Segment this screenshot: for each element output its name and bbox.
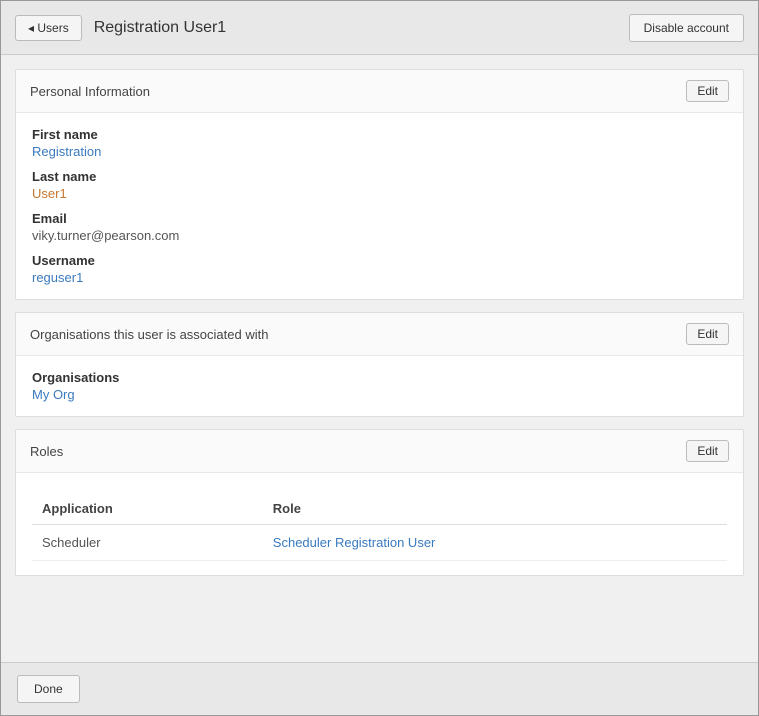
personal-information-body: First name Registration Last name User1 … [16, 113, 743, 299]
organisations-body: Organisations My Org [16, 356, 743, 416]
organisations-label: Organisations [32, 370, 727, 385]
organisations-header: Organisations this user is associated wi… [16, 313, 743, 356]
header-left: ◂ Users Registration User1 [15, 15, 226, 41]
roles-table-header-row: Application Role [32, 493, 727, 525]
organisations-value: My Org [32, 387, 727, 402]
last-name-field: Last name User1 [32, 169, 727, 201]
main-content: Personal Information Edit First name Reg… [1, 55, 758, 662]
roles-table: Application Role Scheduler Scheduler Reg… [32, 493, 727, 561]
roles-section: Roles Edit Application Role Scheduler Sc [15, 429, 744, 576]
role-cell: Scheduler Registration User [263, 525, 727, 561]
personal-information-edit-button[interactable]: Edit [686, 80, 729, 102]
last-name-value: User1 [32, 186, 727, 201]
role-column-header: Role [263, 493, 727, 525]
personal-information-title: Personal Information [30, 84, 150, 99]
page-footer: Done [1, 662, 758, 715]
table-row: Scheduler Scheduler Registration User [32, 525, 727, 561]
email-label: Email [32, 211, 727, 226]
roles-edit-button[interactable]: Edit [686, 440, 729, 462]
first-name-label: First name [32, 127, 727, 142]
roles-title: Roles [30, 444, 63, 459]
username-field: Username reguser1 [32, 253, 727, 285]
organisations-section: Organisations this user is associated wi… [15, 312, 744, 417]
roles-body: Application Role Scheduler Scheduler Reg… [16, 473, 743, 575]
organisations-title: Organisations this user is associated wi… [30, 327, 268, 342]
username-label: Username [32, 253, 727, 268]
email-value: viky.turner@pearson.com [32, 228, 727, 243]
roles-header: Roles Edit [16, 430, 743, 473]
email-field: Email viky.turner@pearson.com [32, 211, 727, 243]
last-name-label: Last name [32, 169, 727, 184]
page-header: ◂ Users Registration User1 Disable accou… [1, 1, 758, 55]
username-value: reguser1 [32, 270, 727, 285]
first-name-field: First name Registration [32, 127, 727, 159]
page-container: ◂ Users Registration User1 Disable accou… [0, 0, 759, 716]
done-button[interactable]: Done [17, 675, 80, 703]
organisations-field: Organisations My Org [32, 370, 727, 402]
application-cell: Scheduler [32, 525, 263, 561]
organisations-edit-button[interactable]: Edit [686, 323, 729, 345]
page-title: Registration User1 [94, 19, 227, 37]
first-name-value: Registration [32, 144, 727, 159]
disable-account-button[interactable]: Disable account [629, 14, 744, 42]
personal-information-header: Personal Information Edit [16, 70, 743, 113]
back-button[interactable]: ◂ Users [15, 15, 82, 41]
application-column-header: Application [32, 493, 263, 525]
personal-information-section: Personal Information Edit First name Reg… [15, 69, 744, 300]
